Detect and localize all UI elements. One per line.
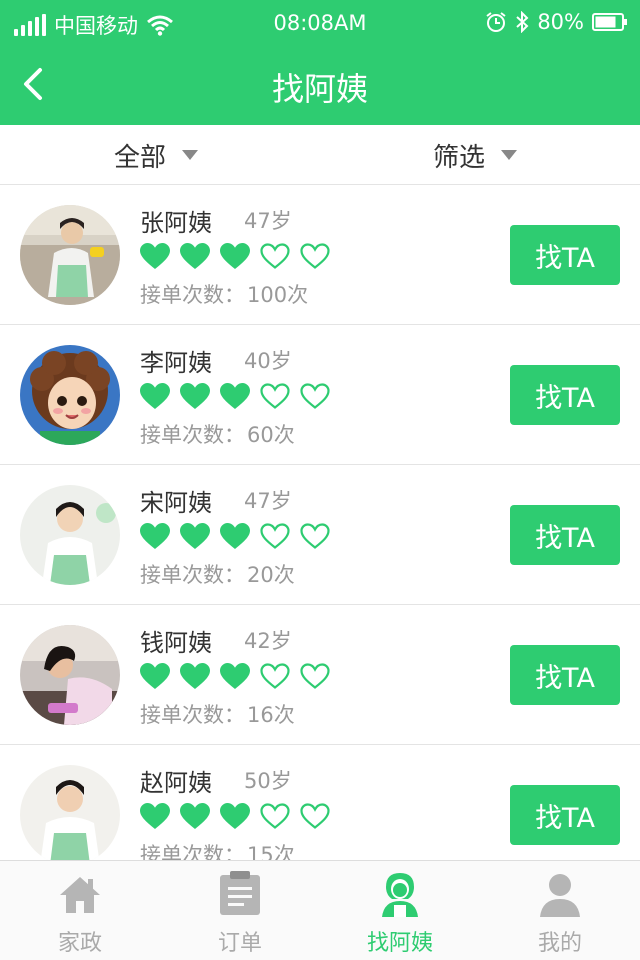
auntie-name: 李阿姨 <box>140 349 212 377</box>
order-count: 接单次数：100次 <box>140 279 308 309</box>
auntie-age: 47岁 <box>244 209 292 233</box>
tab-label: 家政 <box>57 931 102 956</box>
tab-home[interactable]: 家政 <box>0 861 160 960</box>
caret-down-icon <box>182 150 199 160</box>
order-count-value: 100次 <box>247 283 309 307</box>
heart-outline-icon <box>300 523 330 549</box>
page-title: 找阿姨 <box>271 70 368 108</box>
order-count-label: 接单次数： <box>140 283 245 307</box>
status-bar: 中国移动 08:08AM 80% <box>0 0 640 46</box>
heart-filled-icon <box>220 523 250 549</box>
orders-icon <box>220 871 260 915</box>
avatar <box>20 485 120 585</box>
heart-outline-icon <box>300 803 330 829</box>
rating-hearts <box>139 522 331 550</box>
heart-filled-icon <box>180 803 210 829</box>
list-item: 李阿姨 40岁 接单次数：60次 找TA <box>0 325 640 465</box>
rating-hearts <box>139 802 331 830</box>
auntie-list[interactable]: 张阿姨 47岁 接单次数：100次 找TA 李阿姨 40岁 接单次数：60次 找… <box>0 185 640 860</box>
order-count-label: 接单次数： <box>140 703 245 727</box>
heart-filled-icon <box>180 663 210 689</box>
heart-filled-icon <box>220 243 250 269</box>
rating-hearts <box>139 662 331 690</box>
heart-filled-icon <box>180 243 210 269</box>
heart-filled-icon <box>180 523 210 549</box>
find-ta-button[interactable]: 找TA <box>510 645 620 705</box>
heart-filled-icon <box>220 383 250 409</box>
order-count-value: 20次 <box>247 563 295 587</box>
heart-outline-icon <box>260 803 290 829</box>
auntie-name: 张阿姨 <box>140 209 212 237</box>
filter-all-dropdown[interactable]: 全部 <box>114 125 199 185</box>
filter-screen-label: 筛选 <box>433 142 486 173</box>
heart-outline-icon <box>260 663 290 689</box>
auntie-name: 宋阿姨 <box>140 489 212 517</box>
heart-filled-icon <box>140 663 170 689</box>
home-icon <box>60 877 100 913</box>
heart-filled-icon <box>140 383 170 409</box>
list-item: 宋阿姨 47岁 接单次数：20次 找TA <box>0 465 640 605</box>
heart-outline-icon <box>260 383 290 409</box>
find-ta-button[interactable]: 找TA <box>510 225 620 285</box>
order-count-value: 15次 <box>247 843 295 860</box>
profile-icon <box>540 874 580 917</box>
tab-label: 找阿姨 <box>366 931 433 956</box>
order-count-label: 接单次数： <box>140 843 245 860</box>
order-count-value: 60次 <box>247 423 295 447</box>
order-count-label: 接单次数： <box>140 563 245 587</box>
find-ta-button[interactable]: 找TA <box>510 365 620 425</box>
avatar <box>20 765 120 860</box>
list-item: 钱阿姨 42岁 接单次数：16次 找TA <box>0 605 640 745</box>
rating-hearts <box>139 242 331 270</box>
tab-orders[interactable]: 订单 <box>160 861 320 960</box>
order-count-label: 接单次数： <box>140 423 245 447</box>
heart-outline-icon <box>260 243 290 269</box>
heart-filled-icon <box>140 243 170 269</box>
find-ta-button[interactable]: 找TA <box>510 785 620 845</box>
order-count: 接单次数：60次 <box>140 419 295 449</box>
heart-outline-icon <box>300 243 330 269</box>
avatar <box>20 625 120 725</box>
heart-filled-icon <box>180 383 210 409</box>
tab-label: 订单 <box>217 931 262 956</box>
tab-find-auntie[interactable]: 找阿姨 <box>320 861 480 960</box>
header: 中国移动 08:08AM 80% 找阿姨 <box>0 0 640 125</box>
auntie-age: 42岁 <box>244 629 292 653</box>
tab-bar: 家政 订单 找阿姨 我的 <box>0 860 640 960</box>
avatar <box>20 345 120 445</box>
auntie-age: 40岁 <box>244 349 292 373</box>
order-count-value: 16次 <box>247 703 295 727</box>
battery-icon <box>592 13 627 31</box>
avatar <box>20 205 120 305</box>
alarm-icon <box>486 12 506 32</box>
bluetooth-icon <box>516 11 529 33</box>
auntie-age: 47岁 <box>244 489 292 513</box>
auntie-age: 50岁 <box>244 769 292 793</box>
heart-outline-icon <box>300 383 330 409</box>
filter-all-label: 全部 <box>114 142 167 173</box>
tab-profile[interactable]: 我的 <box>480 861 640 960</box>
auntie-name: 赵阿姨 <box>140 769 212 797</box>
tab-label: 我的 <box>537 931 582 956</box>
auntie-name: 钱阿姨 <box>140 629 212 657</box>
heart-filled-icon <box>220 663 250 689</box>
heart-filled-icon <box>220 803 250 829</box>
order-count: 接单次数：16次 <box>140 699 295 729</box>
status-right: 80% <box>485 10 628 34</box>
rating-hearts <box>139 382 331 410</box>
list-item: 赵阿姨 50岁 接单次数：15次 找TA <box>0 745 640 860</box>
auntie-icon <box>382 873 418 917</box>
order-count: 接单次数：20次 <box>140 559 295 589</box>
caret-down-icon <box>501 150 518 160</box>
battery-percent: 80% <box>537 10 584 34</box>
heart-outline-icon <box>260 523 290 549</box>
filter-screen-dropdown[interactable]: 筛选 <box>433 125 518 185</box>
heart-filled-icon <box>140 803 170 829</box>
find-ta-button[interactable]: 找TA <box>510 505 620 565</box>
filter-bar: 全部 筛选 <box>0 125 640 185</box>
heart-outline-icon <box>300 663 330 689</box>
order-count: 接单次数：15次 <box>140 839 295 860</box>
heart-filled-icon <box>140 523 170 549</box>
list-item: 张阿姨 47岁 接单次数：100次 找TA <box>0 185 640 325</box>
